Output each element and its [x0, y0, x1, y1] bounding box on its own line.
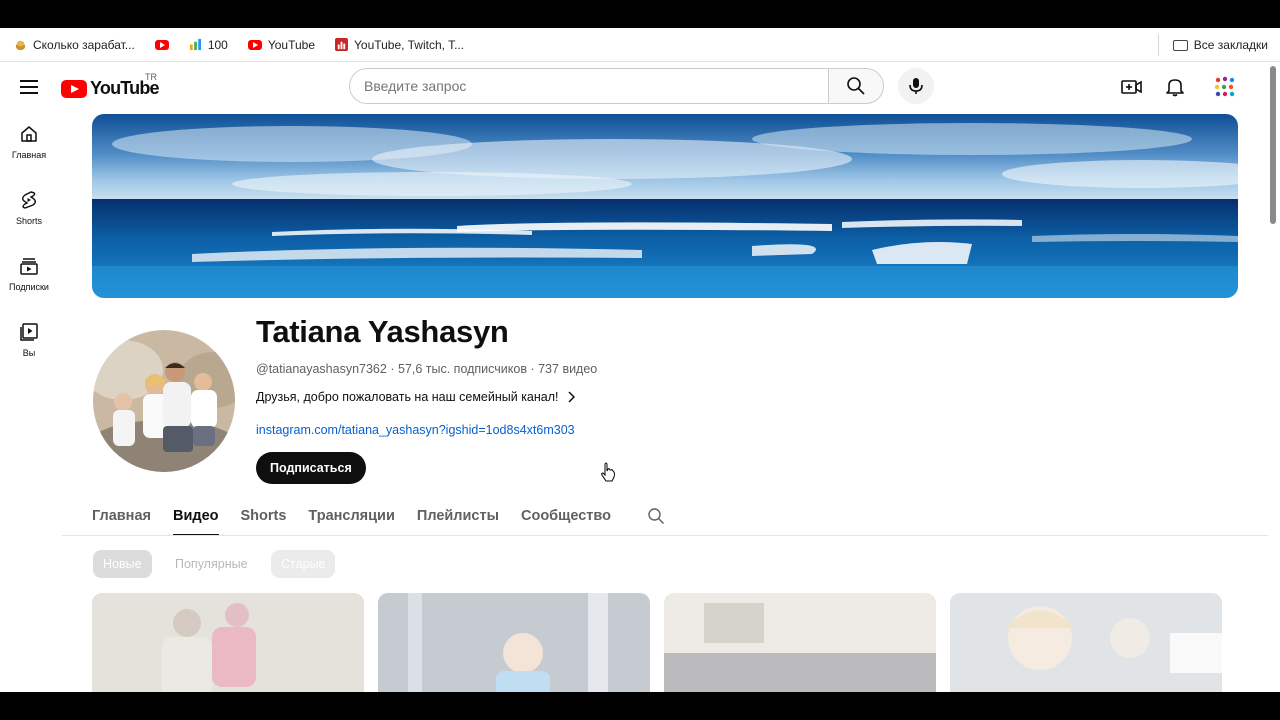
- bookmark-earnings[interactable]: Сколько зарабат...: [8, 34, 141, 56]
- video-thumbnail[interactable]: [950, 593, 1222, 692]
- sidebar-item-label: Главная: [11, 150, 47, 160]
- chevron-right-icon: [567, 391, 575, 403]
- stats-icon: [335, 38, 348, 51]
- bookmark-youtube[interactable]: YouTube: [242, 34, 321, 56]
- all-bookmarks-button[interactable]: Все закладки: [1157, 34, 1268, 56]
- channel-avatar[interactable]: [93, 330, 235, 472]
- subscriptions-icon: [20, 258, 38, 275]
- tab-live[interactable]: Трансляции: [308, 496, 394, 536]
- video-thumbnail[interactable]: [664, 593, 936, 692]
- channel-description[interactable]: Друзья, добро пожаловать на наш семейный…: [256, 390, 575, 404]
- filter-chip-popular[interactable]: Популярные: [165, 550, 258, 578]
- video-count: 737 видео: [538, 362, 598, 376]
- bar-chart-icon: [189, 38, 201, 51]
- search-button[interactable]: [828, 68, 884, 104]
- page-scrollbar[interactable]: [1270, 66, 1276, 224]
- tabs-divider: [62, 535, 1268, 536]
- browser-viewport: Сколько зарабат... 100 YouTube YouTube, …: [0, 28, 1280, 692]
- search-box: [349, 68, 884, 104]
- folder-icon: [1172, 39, 1188, 51]
- bookmark-label: YouTube, Twitch, T...: [354, 37, 465, 52]
- coins-icon: [15, 40, 26, 51]
- subscriber-count: 57,6 тыс. подписчиков: [397, 362, 527, 376]
- videos-grid-loading: Новые Популярные Старые: [0, 538, 1270, 692]
- meta-separator: ·: [530, 362, 539, 376]
- thumbnail-image: [950, 593, 1222, 692]
- shorts-icon: [22, 191, 36, 209]
- search-icon: [648, 508, 664, 524]
- masthead: YouTube TR: [0, 62, 1270, 112]
- channel-handle: @tatianayashasyn7362: [256, 362, 387, 376]
- hand-cursor-icon: [601, 462, 615, 482]
- bell-icon: [1166, 79, 1184, 97]
- subscribe-button[interactable]: Подписаться: [256, 452, 366, 484]
- bookmark-youtube-twitch[interactable]: YouTube, Twitch, T...: [329, 34, 470, 56]
- video-add-icon: [1121, 80, 1142, 94]
- channel-external-link[interactable]: instagram.com/tatiana_yashasyn?igshid=1o…: [256, 423, 575, 437]
- bookmark-label: Сколько зарабат...: [33, 37, 135, 52]
- notifications-button[interactable]: [1163, 75, 1187, 99]
- filter-chip-oldest[interactable]: Старые: [271, 550, 336, 578]
- filter-chip-new[interactable]: Новые: [93, 550, 152, 578]
- sidebar-item-label: Shorts: [15, 216, 42, 226]
- all-bookmarks-label: Все закладки: [1193, 38, 1268, 52]
- thumbnail-image: [664, 593, 936, 692]
- home-icon: [21, 126, 37, 142]
- menu-icon[interactable]: [20, 80, 38, 94]
- bookmark-label: 100: [207, 37, 228, 52]
- channel-banner: [92, 114, 1238, 298]
- sidebar-item-subscriptions[interactable]: Подписки: [0, 244, 58, 310]
- voice-search-button[interactable]: [898, 68, 934, 104]
- youtube-play-icon: [61, 79, 87, 98]
- sidebar-item-you[interactable]: Вы: [0, 310, 58, 376]
- channel-tabs: Главная Видео Shorts Трансляции Плейлист…: [92, 496, 665, 536]
- thumbnail-image: [92, 593, 364, 692]
- bookmarks-bar: Сколько зарабат... 100 YouTube YouTube, …: [0, 28, 1280, 62]
- tab-home[interactable]: Главная: [92, 496, 151, 536]
- meta-separator: ·: [390, 362, 398, 376]
- microphone-icon: [909, 78, 923, 94]
- youtube-icon: [154, 39, 169, 50]
- channel-meta: @tatianayashasyn7362 · 57,6 тыс. подписч…: [256, 362, 597, 376]
- bookmark-youtube-icon-only[interactable]: [149, 34, 175, 56]
- channel-search-button[interactable]: [647, 496, 665, 536]
- avatar-icon: [1214, 76, 1235, 97]
- video-thumbnail[interactable]: [92, 593, 364, 692]
- channel-name: Tatiana Yashasyn: [256, 314, 509, 349]
- youtube-icon: [247, 39, 262, 50]
- library-icon: [20, 323, 38, 341]
- tab-videos[interactable]: Видео: [172, 496, 219, 536]
- youtube-logo[interactable]: YouTube TR: [61, 72, 160, 99]
- sidebar-item-shorts[interactable]: Shorts: [0, 178, 58, 244]
- tab-playlists[interactable]: Плейлисты: [417, 496, 499, 536]
- tab-shorts[interactable]: Shorts: [241, 496, 287, 536]
- tab-community[interactable]: Сообщество: [521, 496, 611, 536]
- description-text: Друзья, добро пожаловать на наш семейный…: [256, 390, 559, 404]
- create-video-button[interactable]: [1120, 75, 1144, 99]
- account-avatar-button[interactable]: [1213, 75, 1237, 99]
- mini-guide: Главная Shorts Подписки Вы: [0, 112, 58, 376]
- search-input[interactable]: [349, 68, 828, 104]
- sidebar-item-label: Подписки: [9, 282, 49, 292]
- search-icon: [847, 77, 865, 95]
- bookmark-100[interactable]: 100: [183, 34, 234, 56]
- thumbnail-image: [378, 593, 650, 692]
- region-code: TR: [145, 72, 157, 82]
- family-photo-avatar: [93, 330, 235, 472]
- sidebar-item-home[interactable]: Главная: [0, 112, 58, 178]
- sea-banner-image: [92, 114, 1238, 298]
- video-thumbnail[interactable]: [378, 593, 650, 692]
- bookmark-label: YouTube: [267, 37, 315, 52]
- sidebar-item-label: Вы: [22, 348, 36, 358]
